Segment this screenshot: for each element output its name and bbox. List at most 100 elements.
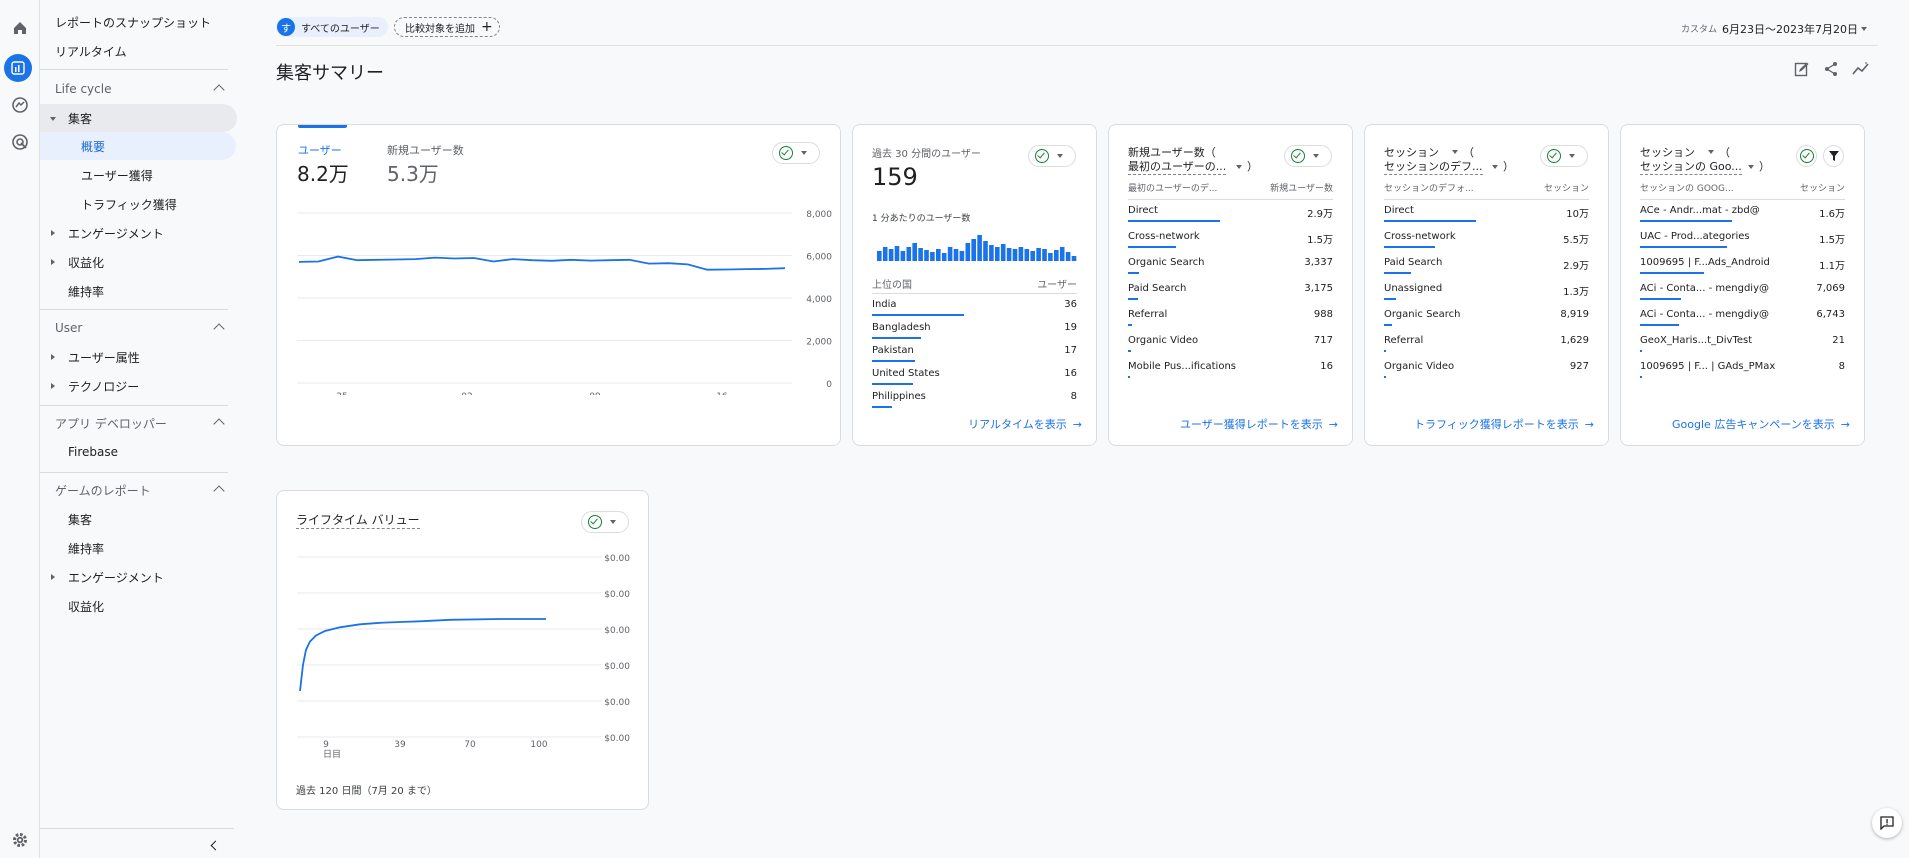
x-tick-label: 39 bbox=[394, 740, 406, 750]
arrow-right-icon: → bbox=[1584, 418, 1594, 431]
collapse-sidebar-icon[interactable] bbox=[210, 840, 221, 851]
sidebar-item-retention[interactable]: 維持率 bbox=[40, 277, 237, 305]
add-comparison-button[interactable]: 比較対象を追加 + bbox=[394, 17, 500, 37]
divider bbox=[40, 828, 234, 829]
title-suffix: ） bbox=[1503, 160, 1514, 173]
ltv-series-line bbox=[299, 618, 546, 692]
compare-pill[interactable] bbox=[772, 142, 820, 164]
advertising-icon[interactable] bbox=[8, 130, 32, 154]
realtime-link[interactable]: リアルタイムを表示 → bbox=[968, 416, 1082, 432]
user-acquisition-link[interactable]: ユーザー獲得レポートを表示 → bbox=[1180, 416, 1338, 432]
minute-bar bbox=[941, 253, 947, 261]
row-label: ACi - Conta... - mengdiy@ bbox=[1640, 283, 1770, 294]
users-series-line bbox=[298, 255, 786, 271]
sidebar-item-engagement[interactable]: エンゲージメント bbox=[40, 219, 237, 247]
reports-icon[interactable] bbox=[4, 54, 32, 82]
sidebar-item-user-attributes[interactable]: ユーザー属性 bbox=[40, 343, 237, 371]
sidebar-item-game-engagement[interactable]: エンゲージメント bbox=[40, 563, 237, 591]
x-tick-label: 02 bbox=[461, 392, 472, 395]
date-prefix: カスタム bbox=[1681, 25, 1718, 35]
sidebar-item-firebase[interactable]: Firebase bbox=[40, 438, 237, 466]
section-lifecycle[interactable]: Life cycle bbox=[40, 75, 237, 103]
sidebar-item-game-retention[interactable]: 維持率 bbox=[40, 534, 237, 562]
row-label: Paid Search bbox=[1128, 283, 1187, 294]
minute-bar bbox=[1024, 249, 1030, 261]
table-row: Cross-network 1.5万 bbox=[1128, 227, 1333, 253]
section-app-developer[interactable]: アプリ デベロッパー bbox=[40, 409, 237, 437]
dropdown-icon[interactable] bbox=[1708, 150, 1714, 154]
minute-bar bbox=[906, 247, 912, 261]
y-tick-label: $0.00 bbox=[604, 662, 630, 672]
compare-pill[interactable] bbox=[1540, 145, 1588, 167]
dropdown-icon bbox=[1057, 154, 1063, 158]
explore-icon[interactable] bbox=[8, 93, 32, 117]
tab-new-users-label[interactable]: 新規ユーザー数 bbox=[387, 142, 464, 158]
row-value: 988 bbox=[1313, 309, 1333, 320]
row-bar bbox=[1640, 298, 1681, 300]
settings-icon[interactable] bbox=[8, 828, 32, 852]
row-label: Referral bbox=[1384, 335, 1424, 346]
segment-chip[interactable]: す すべてのユーザー bbox=[276, 17, 388, 37]
sidebar-item-game-monetization[interactable]: 収益化 bbox=[40, 592, 237, 620]
dimension-selector[interactable]: セッションの Goo... bbox=[1640, 158, 1742, 175]
sidebar-item-technology[interactable]: テクノロジー bbox=[40, 372, 237, 400]
row-bar bbox=[1384, 324, 1392, 326]
home-icon[interactable] bbox=[8, 16, 32, 40]
compare-pill[interactable] bbox=[581, 511, 629, 533]
minute-bar bbox=[1036, 248, 1041, 261]
sidebar-item-monetization[interactable]: 収益化 bbox=[40, 248, 237, 276]
dropdown-icon[interactable] bbox=[1748, 165, 1754, 169]
dimension-selector[interactable]: セッションのデフ... bbox=[1384, 158, 1483, 175]
x-tick-label: 25 bbox=[336, 392, 347, 395]
google-ads-campaign-link[interactable]: Google 広告キャンペーンを表示 → bbox=[1672, 416, 1850, 432]
tab-users-label[interactable]: ユーザー bbox=[298, 142, 342, 158]
section-user[interactable]: User bbox=[40, 314, 237, 342]
dropdown-icon[interactable] bbox=[1236, 165, 1242, 169]
sidebar-item-label: 維持率 bbox=[68, 541, 105, 556]
sidebar-item-label: ユーザー属性 bbox=[68, 350, 140, 365]
section-games[interactable]: ゲームのレポート bbox=[40, 476, 237, 504]
row-label: Organic Video bbox=[1128, 335, 1199, 346]
sidebar-item-realtime[interactable]: リアルタイム bbox=[55, 37, 252, 65]
sidebar-item-acquisition[interactable]: 集客 bbox=[40, 104, 237, 132]
sidebar-item-snapshot[interactable]: レポートのスナップショット bbox=[55, 8, 252, 36]
sidebar-item-user-acquisition[interactable]: ユーザー獲得 bbox=[40, 161, 237, 189]
filter-button[interactable] bbox=[1823, 145, 1844, 167]
date-range-picker[interactable]: 6月23日～2023年7月20日 bbox=[1722, 21, 1858, 37]
sidebar-item-traffic-acquisition[interactable]: トラフィック獲得 bbox=[40, 190, 237, 218]
y-tick-label: $0.00 bbox=[604, 698, 630, 708]
date-dropdown-icon[interactable] bbox=[1861, 27, 1867, 31]
sidebar-item-overview[interactable]: 概要 bbox=[40, 132, 236, 160]
row-value: 10万 bbox=[1566, 209, 1589, 220]
dimension-selector[interactable]: 最初のユーザーの... bbox=[1128, 158, 1227, 175]
sessions-card: セッション （ セッションのデフ... ） セッションのデフォ... セッション… bbox=[1364, 124, 1609, 446]
row-label: GeoX_Haris...t_DivTest bbox=[1640, 335, 1753, 346]
traffic-acquisition-link[interactable]: トラフィック獲得レポートを表示 → bbox=[1414, 416, 1594, 432]
y-tick-label: 8,000 bbox=[806, 210, 832, 220]
dropdown-icon[interactable] bbox=[1492, 165, 1498, 169]
dropdown-icon[interactable] bbox=[1452, 150, 1458, 154]
sidebar-item-label: 集客 bbox=[68, 111, 93, 126]
sidebar-item-game-acquisition[interactable]: 集客 bbox=[40, 505, 237, 533]
minute-bar bbox=[959, 251, 965, 261]
dropdown-icon bbox=[610, 520, 616, 524]
table-row: UAC - Prod...ategories 1.5万 bbox=[1640, 227, 1845, 253]
row-value: 8 bbox=[1838, 361, 1845, 372]
compare-pill[interactable] bbox=[1028, 145, 1076, 167]
row-value: 1.5万 bbox=[1819, 235, 1845, 246]
insights-icon[interactable] bbox=[1852, 61, 1870, 81]
sidebar-item-label: 収益化 bbox=[68, 255, 105, 270]
compare-button[interactable] bbox=[1796, 145, 1817, 167]
row-bar bbox=[1128, 350, 1131, 352]
sidebar-item-label: エンゲージメント bbox=[68, 226, 164, 241]
card-title[interactable]: ライフタイム バリュー bbox=[296, 511, 420, 529]
compare-pill[interactable] bbox=[1284, 145, 1332, 167]
table-row: Direct 10万 bbox=[1384, 201, 1589, 227]
divider bbox=[872, 293, 1077, 294]
row-value: 1.5万 bbox=[1307, 235, 1333, 246]
customize-report-icon[interactable] bbox=[1794, 61, 1810, 81]
new-users-card: 新規ユーザー数（ 最初のユーザーの... ） 最初のユーザーのデ... 新規ユー… bbox=[1108, 124, 1353, 446]
row-label: UAC - Prod...ategories bbox=[1640, 231, 1750, 242]
feedback-button[interactable] bbox=[1872, 808, 1902, 838]
share-icon[interactable] bbox=[1823, 61, 1839, 81]
